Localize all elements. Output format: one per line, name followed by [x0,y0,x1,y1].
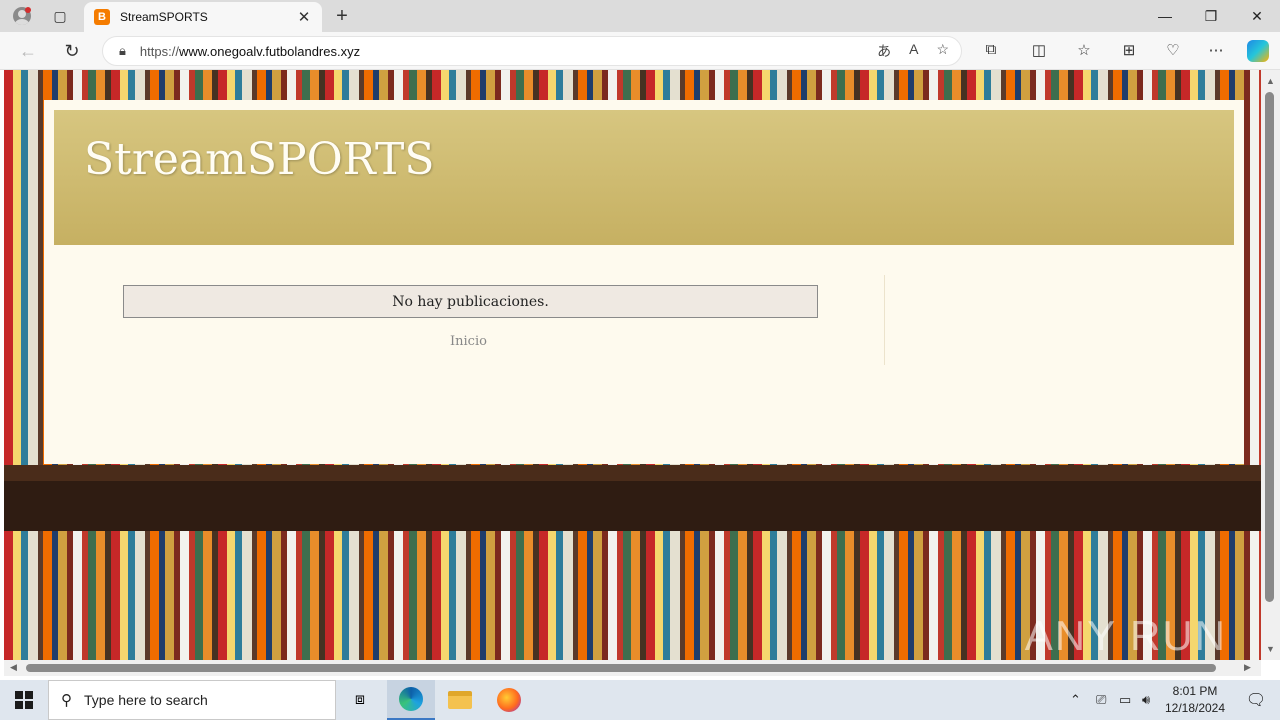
read-aloud-icon[interactable]: A [909,41,918,61]
vertical-scroll-thumb[interactable] [1265,92,1274,602]
taskbar: ⚲ Type here to search ⧈ ⌃ ⎚ ▭ 🔊︎ 8:01 PM… [0,680,1280,720]
browser-essentials-icon[interactable]: ♡ [1162,41,1184,59]
refresh-button[interactable]: ↻ [58,38,86,64]
taskbar-edge[interactable] [387,680,435,720]
profile-notification-dot [25,7,31,13]
page-viewport: StreamSPORTS No hay publicaciones. Inici… [4,70,1261,660]
favorite-star-icon[interactable]: ☆ [936,41,949,61]
tab-bar: ▢ B StreamSPORTS ✕ + — ❐ ✕ [0,0,1280,32]
address-bar-row: ← ↻ 🔒︎ https://www.onegoalv.futbolandres… [0,32,1280,70]
profile-button[interactable] [8,4,36,28]
address-field[interactable]: 🔒︎ https://www.onegoalv.futbolandres.xyz… [102,36,962,66]
horizontal-scrollbar[interactable]: ◀ ▶ [4,660,1261,676]
scroll-left-icon[interactable]: ◀ [10,662,17,673]
search-placeholder: Type here to search [84,692,208,708]
firefox-icon [497,688,521,712]
bookshelf-plank [4,465,1261,481]
taskbar-file-explorer[interactable] [436,680,484,720]
anyrun-watermark: ANY RUN [1024,612,1227,659]
url-text: https://www.onegoalv.futbolandres.xyz [139,43,361,59]
blog-title[interactable]: StreamSPORTS [84,134,435,185]
clock-time: 8:01 PM [1172,684,1218,698]
browser-tab[interactable]: B StreamSPORTS ✕ [84,2,322,32]
notification-center-icon[interactable]: 🗨︎ [1236,680,1276,720]
tray-chevron-icon[interactable]: ⌃ [1070,680,1081,720]
back-button[interactable]: ← [14,38,42,64]
clock-date: 12/18/2024 [1164,701,1226,715]
minimize-button[interactable]: — [1142,0,1188,32]
close-window-button[interactable]: ✕ [1234,0,1280,32]
taskbar-search-box[interactable]: ⚲ Type here to search [48,680,336,720]
sidebar-divider [884,275,885,365]
taskbar-clock[interactable]: 8:01 PM 12/18/2024 [1160,683,1230,717]
search-icon: ⚲ [61,692,72,709]
edge-icon [399,687,423,711]
task-view-icon: ⧈ [354,691,366,708]
task-view-button[interactable]: ⧈ [336,680,384,720]
tray-device-icon[interactable]: ⎚ [1096,680,1106,720]
blog-container: StreamSPORTS No hay publicaciones. Inici… [44,100,1244,464]
settings-more-icon[interactable]: ⋯ [1205,41,1227,59]
tab-close-icon[interactable]: ✕ [296,8,312,26]
home-link[interactable]: Inicio [450,334,487,349]
scroll-up-icon[interactable]: ▲ [1266,76,1275,86]
windows-logo-icon [15,691,33,709]
taskbar-firefox[interactable] [485,680,533,720]
copilot-icon[interactable] [1247,40,1269,62]
translate-icon[interactable]: あ [877,41,891,61]
scroll-down-icon[interactable]: ▼ [1266,644,1275,654]
tab-actions-button[interactable]: ▢ [46,4,74,28]
collections-icon[interactable]: ⊞ [1118,41,1140,59]
horizontal-scroll-thumb[interactable] [26,664,1216,672]
favorites-icon[interactable]: ☆ [1073,41,1095,59]
tab-actions-icon: ▢ [53,7,67,24]
restore-button[interactable]: ❐ [1188,0,1234,32]
no-posts-message: No hay publicaciones. [123,285,818,318]
file-explorer-icon [448,691,472,709]
extensions-icon[interactable]: ⧉ [980,41,1002,58]
split-screen-icon[interactable]: ◫ [1028,41,1050,59]
blog-header: StreamSPORTS [54,110,1234,245]
network-icon[interactable]: ▭ [1119,680,1131,720]
scroll-right-icon[interactable]: ▶ [1244,662,1251,673]
blogger-favicon-icon: B [94,9,110,25]
vertical-scrollbar[interactable]: ▲ ▼ [1261,70,1280,660]
start-button[interactable] [0,680,48,720]
bookshelf-shadow [4,481,1261,531]
new-tab-button[interactable]: + [328,4,356,28]
volume-icon[interactable]: 🔊︎ [1142,680,1150,720]
tab-title: StreamSPORTS [120,10,208,24]
lock-icon: 🔒︎ [119,43,126,58]
